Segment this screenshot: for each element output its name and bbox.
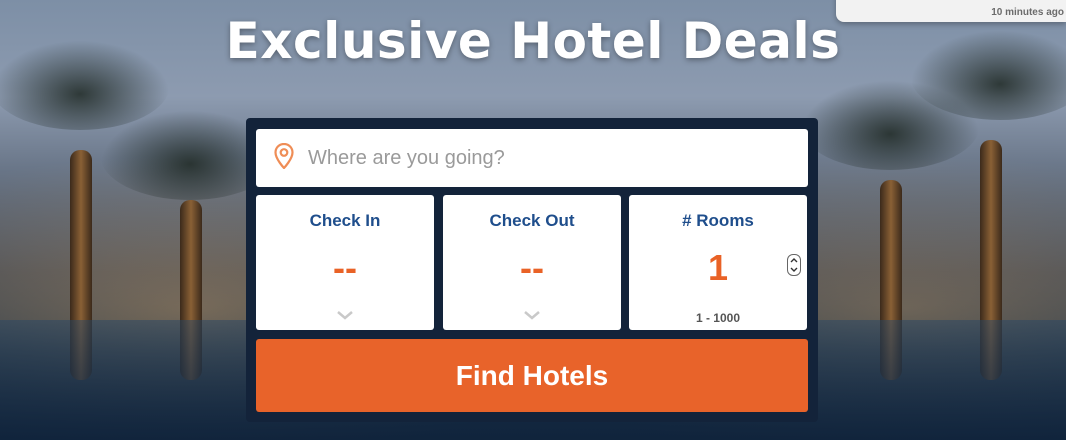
rooms-stepper[interactable]: # Rooms 1 1 - 1000 [629,195,807,330]
stepper-icon[interactable] [787,254,801,276]
check-out-label: Check Out [489,211,575,230]
check-in-value: -- [333,247,357,288]
chevron-down-icon[interactable] [522,308,542,326]
destination-input[interactable] [306,145,790,171]
check-in-label: Check In [309,211,381,230]
rooms-label: # Rooms [682,211,754,230]
check-out-picker[interactable]: Check Out -- [443,195,621,330]
hotel-search-panel: Check In -- Check Out -- # Rooms 1 1 - 1… [246,118,818,422]
chevron-down-icon[interactable] [335,308,355,326]
destination-field[interactable] [256,129,808,187]
rooms-value[interactable]: 1 [629,247,807,289]
find-hotels-button[interactable]: Find Hotels [256,339,808,412]
check-in-picker[interactable]: Check In -- [256,195,434,330]
rooms-range-hint: 1 - 1000 [695,311,741,325]
location-pin-icon [274,142,294,174]
check-out-value: -- [520,247,544,288]
page-title: Exclusive Hotel Deals [225,12,841,70]
